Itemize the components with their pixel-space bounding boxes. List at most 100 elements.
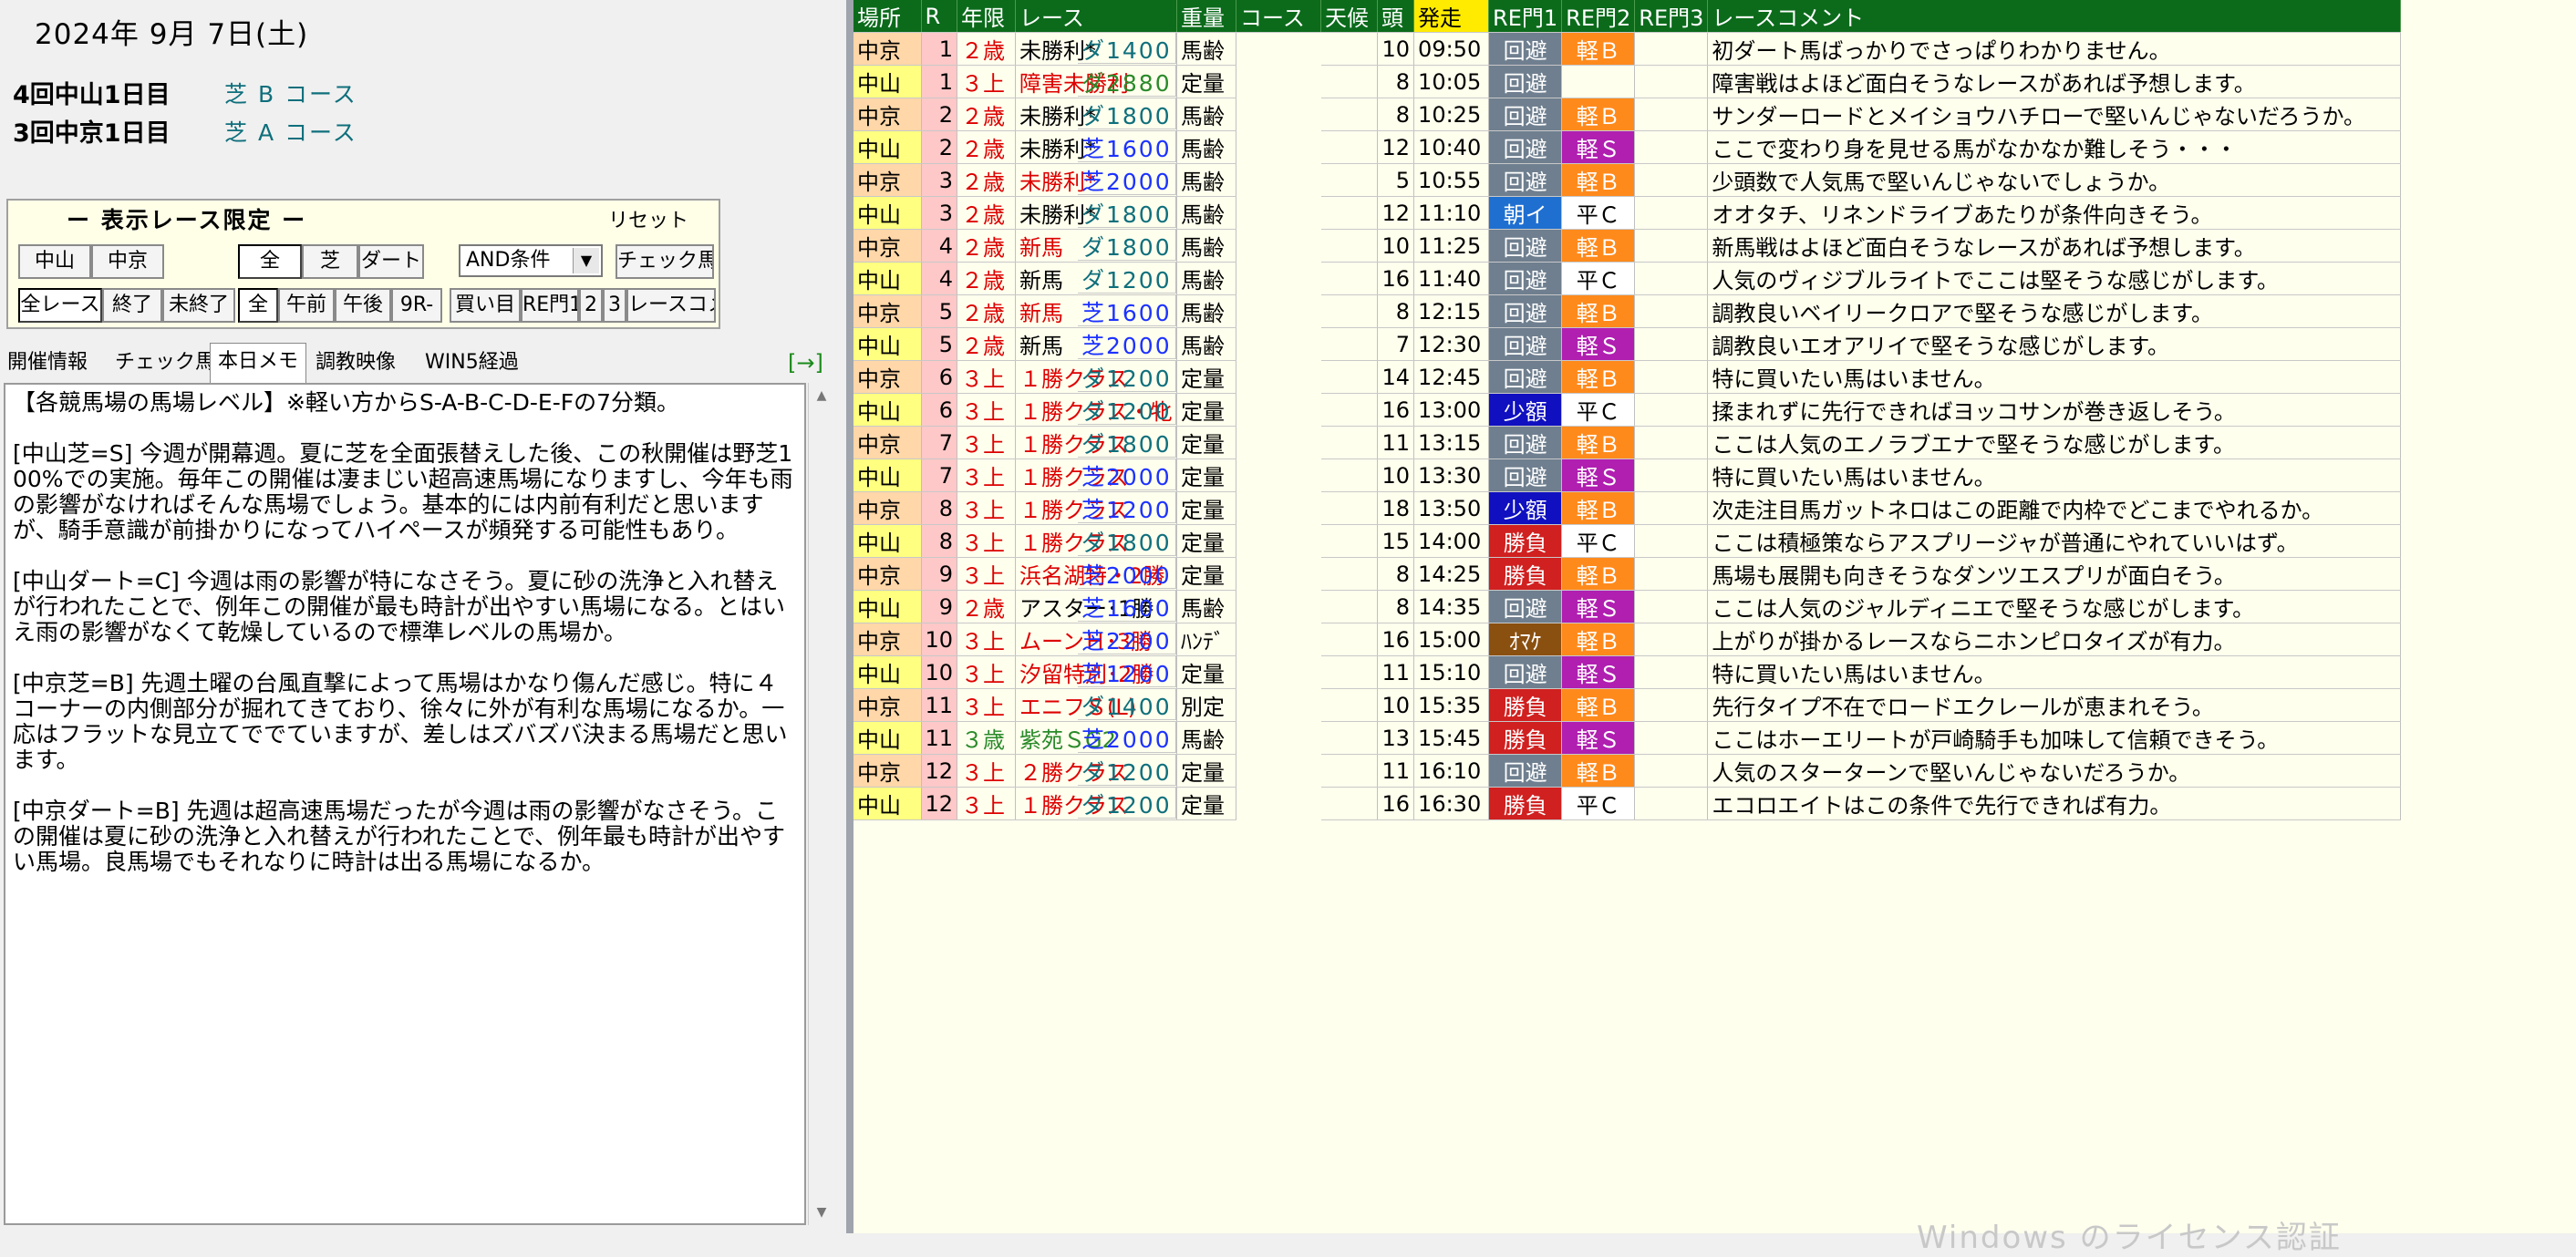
col-age[interactable]: 年限: [957, 0, 1017, 33]
tab-training-video[interactable]: 調教映像: [316, 345, 396, 381]
filter-re1-button[interactable]: RE門1: [521, 288, 579, 323]
table-row[interactable]: 中山 6 ３上 １勝クラス・牝 定量 ダ1200 16 13:00 少額 平Ｃ 揉まれずに先行できれ…: [853, 393, 2402, 427]
start-time-cell: 09:50: [1413, 32, 1490, 66]
race-number-cell: 9: [921, 590, 958, 623]
race-comment-cell: ここは積極策ならアスプリージャが普通にやれていいはず。: [1707, 524, 2402, 558]
filter-bet-button[interactable]: 買い目: [450, 288, 521, 323]
table-row[interactable]: 中山 12 ３上 １勝クラス 定量 ダ1200 16 16:30 勝負 平Ｃ エコロエイトはこの条件…: [853, 787, 2402, 820]
reset-link[interactable]: リセット: [608, 204, 688, 233]
table-row[interactable]: 中京 3 ２歳 未勝利* 馬齢 芝2000 5 10:55 回避 軽Ｂ 少頭数で人気馬で堅いんじゃな…: [853, 163, 2402, 197]
race-number-cell: 12: [921, 787, 958, 820]
scroll-down-icon[interactable]: ▼: [809, 1205, 834, 1220]
col-place[interactable]: 場所: [853, 0, 922, 33]
race-comment-cell: ここはホーエリートが戸崎騎手も加味して信頼できそう。: [1707, 721, 2402, 755]
col-r[interactable]: R: [921, 0, 958, 33]
col-comment[interactable]: レースコメント: [1707, 0, 2402, 33]
table-row[interactable]: 中山 8 ３上 １勝クラス 定量 ダ1800 15 14:00 勝負 平Ｃ ここは積極策ならアスプリ…: [853, 524, 2402, 558]
filter-dirt-button[interactable]: ダート: [358, 244, 424, 279]
table-row[interactable]: 中山 3 ２歳 未勝利* 馬齢 ダ1800 12 11:10 朝イ 平Ｃ オオタチ、リネンドライブあ…: [853, 196, 2402, 230]
weather-cell: [1320, 65, 1379, 98]
col-start-time[interactable]: 発走: [1413, 0, 1490, 33]
prediction2-cell: 軽Ｂ: [1561, 229, 1636, 263]
weather-cell: [1320, 557, 1379, 591]
prediction2-cell: 軽Ｂ: [1561, 557, 1636, 591]
table-row[interactable]: 中京 10 ３上 ムーンＨ･3勝 ﾊﾝﾃﾞ 芝2200 16 15:00 ｵﾏｹ 軽Ｂ 上がりが掛か…: [853, 623, 2402, 656]
table-row[interactable]: 中山 11 ３歳 紫苑ＳG2 馬齢 芝2000 13 15:45 勝負 軽Ｓ ここはホーエリートが戸…: [853, 721, 2402, 755]
panel-splitter[interactable]: [846, 0, 853, 1233]
filter-chukyo-button[interactable]: 中京: [91, 244, 164, 279]
table-row[interactable]: 中山 1 ３上 障害未勝利 定量 ダ2880 8 10:05 回避 障害戦はよほど面白そうなレース…: [853, 65, 2402, 98]
table-row[interactable]: 中京 4 ２歳 新馬 馬齢 ダ1800 10 11:25 回避 軽Ｂ 新馬戦はよほど面白そうなレース…: [853, 229, 2402, 263]
filter-surface-all-button[interactable]: 全: [238, 244, 302, 279]
table-row[interactable]: 中京 6 ３上 １勝クラス 定量 ダ1200 14 12:45 回避 軽Ｂ 特に買いたい馬はいません…: [853, 360, 2402, 394]
tab-event-info[interactable]: 開催情報: [7, 345, 88, 381]
course-chukyo: 芝 A コース: [224, 119, 357, 146]
filter-unfinished-button[interactable]: 未終了: [162, 288, 235, 323]
prediction3-cell: [1634, 721, 1709, 755]
prediction1-cell: 朝イ: [1488, 196, 1563, 230]
filter-9r-button[interactable]: 9R-: [391, 288, 442, 323]
table-row[interactable]: 中京 7 ３上 １勝クラス 定量 ダ1800 11 13:15 回避 軽Ｂ ここは人気のエノラブエナ…: [853, 426, 2402, 459]
start-time-cell: 11:10: [1413, 196, 1490, 230]
expand-arrow-icon[interactable]: [→]: [788, 345, 823, 381]
filter-finished-button[interactable]: 終了: [102, 288, 162, 323]
race-comment-cell: 上がりが掛かるレースならニホンピロタイズが有力。: [1707, 623, 2402, 656]
filter-re3-button[interactable]: 3: [603, 288, 626, 323]
col-re1[interactable]: RE門1: [1488, 0, 1563, 33]
table-row[interactable]: 中京 5 ２歳 新馬 馬齢 芝1600 8 12:15 回避 軽Ｂ 調教良いベイリークロアで堅そうな…: [853, 294, 2402, 328]
place-cell: 中京: [853, 360, 922, 394]
course-cell: ダ1800: [1078, 229, 1176, 261]
chevron-down-icon[interactable]: ▼: [573, 248, 599, 273]
prediction2-cell: 軽Ｂ: [1561, 360, 1636, 394]
memo-textarea[interactable]: 【各競馬場の馬場レベル】※軽い方からS-A-B-C-D-E-Fの7分類。 [中山…: [4, 383, 806, 1225]
col-weight[interactable]: 重量: [1176, 0, 1237, 33]
memo-paragraph: [中京ダート=B] 先週は超高速馬場だったが今週は雨の影響がなさそう。この開催は…: [13, 798, 786, 875]
filter-turf-button[interactable]: 芝: [302, 244, 358, 279]
scroll-up-icon[interactable]: ▲: [809, 388, 834, 403]
tab-today-memo[interactable]: 本日メモ: [210, 343, 307, 384]
tab-win5[interactable]: WIN5経過: [425, 345, 519, 381]
prediction2-cell: 平Ｃ: [1561, 787, 1636, 820]
table-row[interactable]: 中京 11 ３上 エニフＳ(L) 別定 ダ1400 10 15:35 勝負 軽Ｂ 先行タイプ不在でロ…: [853, 688, 2402, 722]
table-row[interactable]: 中京 2 ２歳 未勝利* 馬齢 ダ1800 8 10:25 回避 軽Ｂ サンダーロードとメイショウハ…: [853, 98, 2402, 131]
weight-cell: 馬齢: [1176, 294, 1237, 328]
table-row[interactable]: 中京 12 ３上 ２勝クラス 定量 ダ1200 11 16:10 回避 軽Ｂ 人気のスターターンで堅…: [853, 754, 2402, 788]
race-comment-cell: 特に買いたい馬はいません。: [1707, 360, 2402, 394]
filter-nakayama-button[interactable]: 中山: [18, 244, 91, 279]
and-condition-value: AND条件: [466, 249, 551, 272]
table-row[interactable]: 中山 4 ２歳 新馬 馬齢 ダ1200 16 11:40 回避 平Ｃ 人気のヴィジブルライトでここは…: [853, 262, 2402, 295]
prediction2-cell: 軽Ｓ: [1561, 721, 1636, 755]
age-cell: ２歳: [957, 262, 1017, 295]
weather-cell: [1320, 262, 1379, 295]
age-cell: ３上: [957, 688, 1017, 722]
table-row[interactable]: 中京 9 ３上 浜名湖特・2勝 定量 芝2000 8 14:25 勝負 軽Ｂ 馬場も展開も向きそうな…: [853, 557, 2402, 591]
place-cell: 中山: [853, 196, 922, 230]
start-time-cell: 11:25: [1413, 229, 1490, 263]
memo-scrollbar[interactable]: ▲ ▼: [808, 383, 834, 1225]
filter-race-comment-button[interactable]: レースコメ: [626, 288, 716, 323]
col-course[interactable]: コース: [1236, 0, 1322, 33]
table-row[interactable]: 中山 9 ２歳 アスター･1勝 馬齢 芝1600 8 14:35 回避 軽Ｓ ここは人気のジャルディ…: [853, 590, 2402, 623]
filter-afternoon-button[interactable]: 午後: [335, 288, 391, 323]
table-row[interactable]: 中山 7 ３上 １勝クラス 定量 芝2000 10 13:30 回避 軽Ｓ 特に買いたい馬はいません…: [853, 458, 2402, 492]
col-weather[interactable]: 天候: [1320, 0, 1379, 33]
col-race[interactable]: レース: [1015, 0, 1178, 33]
col-re2[interactable]: RE門2: [1561, 0, 1636, 33]
filter-time-all-button[interactable]: 全: [238, 288, 278, 323]
course-cell: 芝2000: [1078, 458, 1176, 490]
course-cell: 芝1600: [1078, 130, 1176, 162]
checked-horse-button[interactable]: チェック馬: [616, 244, 714, 279]
table-row[interactable]: 中山 10 ３上 汐留特別･2勝 定量 芝1200 11 15:10 回避 軽Ｓ 特に買いたい馬はい…: [853, 655, 2402, 689]
tab-checked-horse[interactable]: チェック馬: [115, 345, 215, 381]
col-heads[interactable]: 頭: [1377, 0, 1415, 33]
filter-re2-button[interactable]: 2: [579, 288, 603, 323]
filter-all-races-button[interactable]: 全レース: [18, 288, 102, 323]
table-row[interactable]: 中京 1 ２歳 未勝利* 馬齢 ダ1400 10 09:50 回避 軽Ｂ 初ダート馬ばっかりでさっぱ…: [853, 32, 2402, 66]
filter-morning-button[interactable]: 午前: [278, 288, 335, 323]
and-condition-select[interactable]: AND条件 ▼: [459, 244, 603, 277]
start-time-cell: 16:30: [1413, 787, 1490, 820]
table-row[interactable]: 中京 8 ３上 １勝クラス 定量 芝1200 18 13:50 少額 軽Ｂ 次走注目馬ガットネロはこ…: [853, 491, 2402, 525]
col-re3[interactable]: RE門3: [1634, 0, 1709, 33]
table-row[interactable]: 中山 5 ２歳 新馬 馬齢 芝2000 7 12:30 回避 軽Ｓ 調教良いエオアリイで堅そうな感じ…: [853, 327, 2402, 361]
table-row[interactable]: 中山 2 ２歳 未勝利* 馬齢 芝1600 12 10:40 回避 軽Ｓ ここで変わり身を見せる馬が…: [853, 130, 2402, 164]
